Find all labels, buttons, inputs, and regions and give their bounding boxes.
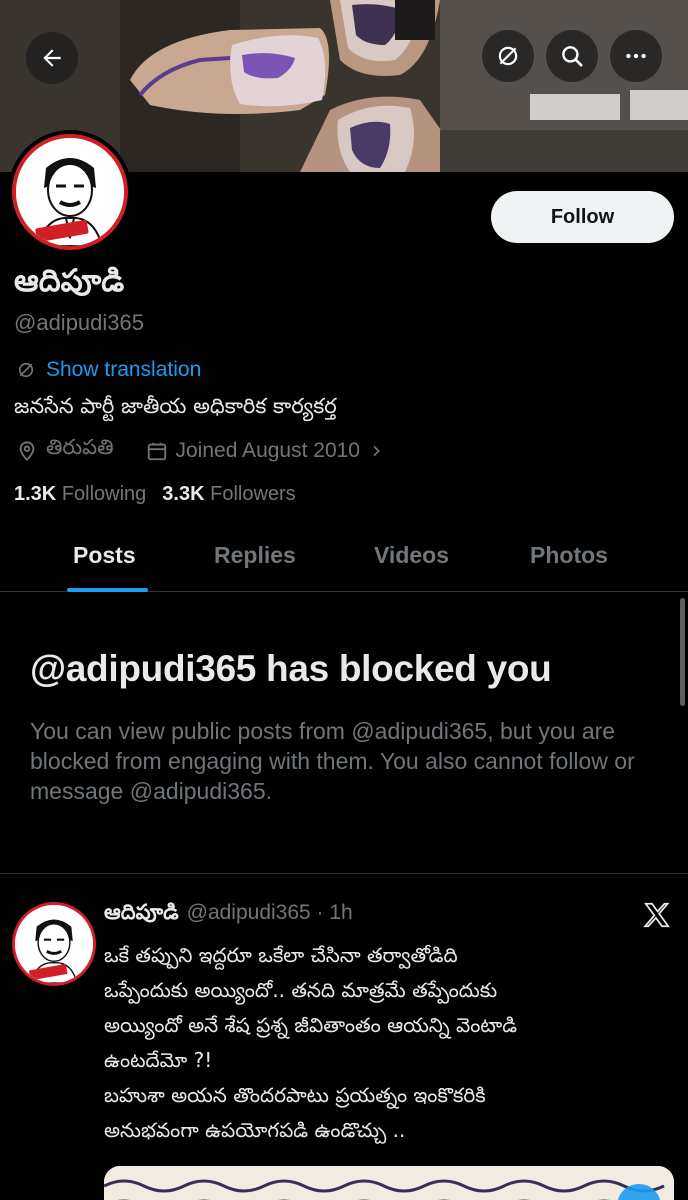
tab-posts[interactable]: Posts [73,542,136,569]
following-label: Following [61,483,147,505]
tab-photos[interactable]: Photos [530,542,608,569]
tweet-line: ఒకే తప్పుని ఇద్దరూ ఒకేలా చేసినా తర్వాతోడ… [104,943,458,967]
profile-bio: జనసేన పార్టీ జాతీయ అధికారిక కార్యకర్త [14,394,337,418]
followers-count: 3.3K [162,483,205,505]
following-stat[interactable]: 1.3K Following [14,483,146,506]
translate-icon [18,362,34,378]
more-icon [626,53,646,59]
display-name: ఆదిపూడి [14,263,125,299]
profile-handle: @adipudi365 [14,310,144,335]
tweet-line: అయ్యిందో అనే శేష ప్రశ్న జీవితాంతం ఆయన్ని… [104,1013,518,1037]
following-count: 1.3K [14,483,57,505]
avatar-portrait-image [15,905,93,983]
tab-videos[interactable]: Videos [374,542,449,569]
active-tab-indicator [67,588,148,592]
blocked-title: @adipudi365 has blocked you [30,648,552,689]
location-pin-icon [19,440,35,461]
tweet-media[interactable] [104,1166,674,1200]
tweet-text: ఒకే తప్పుని ఇద్దరూ ఒకేలా చేసినా తర్వాతోడ… [104,938,674,1148]
followers-stat[interactable]: 3.3K Followers [162,483,295,506]
tweet-media-image [104,1166,674,1200]
profile-joined[interactable]: Joined August 2010 [176,439,361,463]
tweet-header: ఆదిపూడి @adipudi365 · 1h [104,900,353,930]
tweet-author-name[interactable]: ఆదిపూడి [104,900,179,930]
back-arrow-icon [43,49,61,67]
back-button[interactable] [26,32,78,84]
tweet-line: బహుశా అయన తొందరపాటు ప్రయత్నం ఇంకొకరికి [104,1083,486,1107]
chevron-right-icon[interactable] [368,443,384,459]
tweet-handle-time[interactable]: @adipudi365 · 1h [187,901,353,925]
more-button[interactable] [610,30,662,82]
followers-label: Followers [210,483,296,505]
tab-replies[interactable]: Replies [214,542,296,569]
search-icon [562,46,583,67]
follow-button[interactable]: Follow [491,191,674,243]
translate-slash-icon [498,46,518,66]
profile-avatar[interactable] [8,130,132,254]
tweet-line: ఉంటదేమో ?! [104,1048,213,1072]
calendar-icon [147,442,166,460]
profile-stats: 1.3K Following 3.3K Followers [14,483,296,506]
scrollbar[interactable] [680,598,685,706]
search-button[interactable] [546,30,598,82]
show-translation-link[interactable]: Show translation [16,358,201,382]
profile-location: తిరుపతి [46,436,114,459]
divider [0,873,688,874]
tweet-line: అనుభవంగా ఉపయోగపడి ఉండొచ్చు .. [104,1118,406,1142]
blocked-message: You can view public posts from @adipudi3… [30,718,635,804]
tweet-avatar[interactable] [12,902,96,986]
profile-meta: తిరుపతి Joined August 2010 [16,436,384,465]
translate-button[interactable] [482,30,534,82]
profile-tabs: Posts Replies Videos Photos [0,528,688,592]
avatar-portrait-image [16,138,124,246]
tweet-line: ఒప్పేందుకు అయ్యిందో.. తనది మాత్రమే తప్పే… [104,978,498,1002]
show-translation-label: Show translation [46,358,202,381]
x-logo-icon [643,902,670,928]
